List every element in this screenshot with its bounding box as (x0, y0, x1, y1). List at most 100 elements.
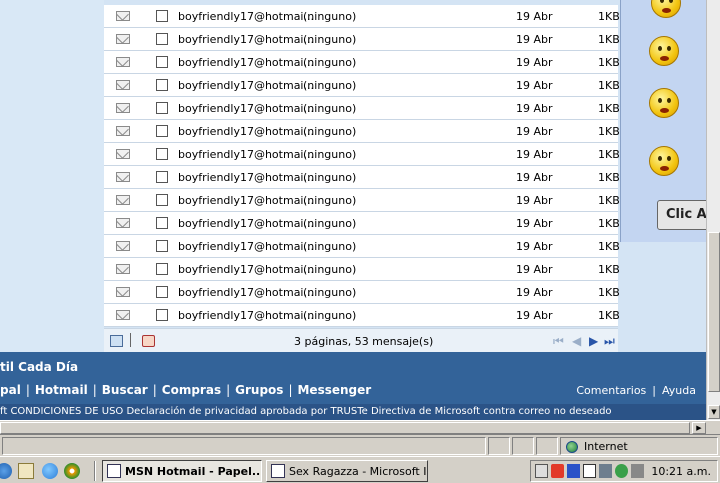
monitor-tray-icon[interactable] (599, 464, 612, 478)
last-page-icon[interactable]: ⏭ (604, 334, 615, 349)
message-subject[interactable]: (ninguno) (303, 79, 356, 92)
message-subject[interactable]: (ninguno) (303, 217, 356, 230)
message-subject[interactable]: (ninguno) (303, 10, 356, 23)
message-checkbox[interactable] (156, 148, 168, 160)
horizontal-scrollbar[interactable]: ▶ (0, 420, 720, 434)
horizontal-scrollbar-thumb[interactable] (0, 422, 690, 434)
message-subject[interactable]: (ninguno) (303, 240, 356, 253)
message-checkbox[interactable] (156, 56, 168, 68)
message-checkbox[interactable] (156, 33, 168, 45)
scrollbar-thumb[interactable] (708, 232, 720, 392)
move-to-folder-icon[interactable] (110, 335, 123, 347)
vertical-scrollbar[interactable]: ▼ (706, 0, 720, 420)
message-sender[interactable]: boyfriendly17@hotmai... (178, 79, 314, 92)
footer-link-buscar[interactable]: Buscar (102, 383, 148, 397)
message-row[interactable]: boyfriendly17@hotmai... (ninguno) 19 Abr 1K… (104, 74, 620, 97)
message-row[interactable]: boyfriendly17@hotmai... (ninguno) 19 Abr 1K… (104, 304, 620, 327)
message-subject[interactable]: (ninguno) (303, 263, 356, 276)
message-sender[interactable]: boyfriendly17@hotmai... (178, 286, 314, 299)
footer-link-messenger[interactable]: Messenger (297, 383, 371, 397)
message-checkbox[interactable] (156, 79, 168, 91)
first-page-icon[interactable]: ⏮ (553, 334, 564, 349)
messenger-quicklaunch-icon[interactable] (42, 463, 58, 479)
message-row[interactable]: boyfriendly17@hotmai... (ninguno) 19 Abr 1K… (104, 97, 620, 120)
message-row[interactable]: boyfriendly17@hotmai... (ninguno) 19 Abr 1K… (104, 235, 620, 258)
footer-link-principal[interactable]: pal (0, 383, 21, 397)
envelope-read-icon (116, 80, 130, 90)
message-subject[interactable]: (ninguno) (303, 33, 356, 46)
message-subject[interactable]: (ninguno) (303, 148, 356, 161)
envelope-read-icon (116, 287, 130, 297)
message-size: 1KB (598, 102, 620, 115)
messenger-tray-icon[interactable] (615, 464, 628, 478)
message-sender[interactable]: boyfriendly17@hotmai... (178, 309, 314, 322)
message-subject[interactable]: (ninguno) (303, 171, 356, 184)
legal-links[interactable]: ft CONDICIONES DE USO Declaración de pri… (0, 406, 612, 417)
message-subject[interactable]: (ninguno) (303, 56, 356, 69)
taskbar-button-browser[interactable]: Sex Ragazza - Microsoft In... (266, 460, 428, 482)
message-checkbox[interactable] (156, 10, 168, 22)
message-row[interactable]: boyfriendly17@hotmai... (ninguno) 19 Abr 1K… (104, 143, 620, 166)
message-row[interactable]: boyfriendly17@hotmai... (ninguno) 19 Abr 1K… (104, 28, 620, 51)
message-sender[interactable]: boyfriendly17@hotmai... (178, 217, 314, 230)
message-checkbox[interactable] (156, 309, 168, 321)
footer-link-comentarios[interactable]: Comentarios (576, 384, 646, 397)
message-row[interactable]: boyfriendly17@hotmai... (ninguno) 19 Abr 1K… (104, 5, 620, 28)
message-checkbox[interactable] (156, 240, 168, 252)
network-tray-icon[interactable] (535, 464, 548, 478)
edit-quicklaunch-icon[interactable] (18, 463, 34, 479)
message-size: 1KB (598, 125, 620, 138)
message-sender[interactable]: boyfriendly17@hotmai... (178, 10, 314, 23)
message-subject[interactable]: (ninguno) (303, 194, 356, 207)
message-subject[interactable]: (ninguno) (303, 309, 356, 322)
realplayer-tray-icon[interactable] (567, 464, 580, 478)
message-checkbox[interactable] (156, 102, 168, 114)
footer-link-ayuda[interactable]: Ayuda (662, 384, 696, 397)
message-subject[interactable]: (ninguno) (303, 125, 356, 138)
antivirus-tray-icon[interactable] (551, 464, 564, 478)
message-sender[interactable]: boyfriendly17@hotmai... (178, 263, 314, 276)
message-checkbox[interactable] (156, 194, 168, 206)
media-player-icon[interactable] (64, 463, 80, 479)
volume-tray-icon[interactable] (583, 464, 596, 478)
taskbar-button-hotmail[interactable]: MSN Hotmail - Papel... (102, 460, 262, 482)
message-checkbox[interactable] (156, 263, 168, 275)
previous-page-icon[interactable]: ◀ (572, 334, 581, 348)
message-row[interactable]: boyfriendly17@hotmai... (ninguno) 19 Abr 1K… (104, 189, 620, 212)
message-sender[interactable]: boyfriendly17@hotmai... (178, 171, 314, 184)
message-row[interactable]: boyfriendly17@hotmai... (ninguno) 19 Abr 1K… (104, 258, 620, 281)
message-sender[interactable]: boyfriendly17@hotmai... (178, 125, 314, 138)
next-page-icon[interactable]: ▶ (589, 334, 598, 348)
message-row[interactable]: boyfriendly17@hotmai... (ninguno) 19 Abr 1K… (104, 120, 620, 143)
advertisement-panel[interactable]: Clic Aq (620, 0, 717, 242)
smiley-emoticon-icon (651, 0, 681, 18)
sick-emoticon-icon (649, 88, 679, 118)
footer-link-compras[interactable]: Compras (162, 383, 221, 397)
message-row[interactable]: boyfriendly17@hotmai... (ninguno) 19 Abr 1K… (104, 51, 620, 74)
message-checkbox[interactable] (156, 125, 168, 137)
message-sender[interactable]: boyfriendly17@hotmai... (178, 194, 314, 207)
message-row[interactable]: boyfriendly17@hotmai... (ninguno) 19 Abr 1K… (104, 212, 620, 235)
message-checkbox[interactable] (156, 217, 168, 229)
link-separator: | (92, 383, 97, 397)
footer-link-grupos[interactable]: Grupos (235, 383, 283, 397)
misc-tray-icon[interactable] (631, 464, 644, 478)
delete-icon[interactable] (142, 335, 155, 347)
message-sender[interactable]: boyfriendly17@hotmai... (178, 33, 314, 46)
message-sender[interactable]: boyfriendly17@hotmai... (178, 240, 314, 253)
status-cell (488, 437, 510, 455)
message-sender[interactable]: boyfriendly17@hotmai... (178, 148, 314, 161)
message-sender[interactable]: boyfriendly17@hotmai... (178, 56, 314, 69)
message-row[interactable]: boyfriendly17@hotmai... (ninguno) 19 Abr 1K… (104, 281, 620, 304)
message-row[interactable]: boyfriendly17@hotmai... (ninguno) 19 Abr 1K… (104, 166, 620, 189)
message-sender[interactable]: boyfriendly17@hotmai... (178, 102, 314, 115)
scroll-down-arrow-icon[interactable]: ▼ (708, 405, 720, 419)
show-desktop-icon[interactable] (0, 463, 12, 479)
message-date: 19 Abr (516, 148, 553, 161)
message-checkbox[interactable] (156, 286, 168, 298)
message-subject[interactable]: (ninguno) (303, 286, 356, 299)
message-subject[interactable]: (ninguno) (303, 102, 356, 115)
footer-link-hotmail[interactable]: Hotmail (35, 383, 88, 397)
message-checkbox[interactable] (156, 171, 168, 183)
scroll-right-arrow-icon[interactable]: ▶ (692, 422, 706, 434)
